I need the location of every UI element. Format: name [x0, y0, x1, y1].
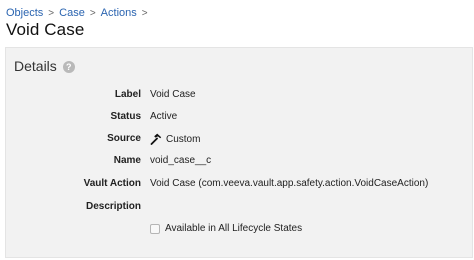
- field-row-label: Label Void Case: [6, 89, 472, 105]
- lifecycle-checkbox-label: Available in All Lifecycle States: [165, 223, 303, 234]
- details-title: Details: [14, 58, 57, 74]
- field-label: Status: [110, 111, 141, 122]
- breadcrumb-objects-link[interactable]: Objects: [6, 7, 43, 19]
- breadcrumb-separator: >: [141, 7, 148, 19]
- field-label: Source: [107, 133, 141, 144]
- breadcrumb-separator: >: [48, 7, 55, 19]
- field-row-status: Status Active: [6, 111, 472, 127]
- field-value-status: Active: [150, 111, 178, 122]
- field-value-source: Custom: [150, 133, 200, 145]
- breadcrumb-separator: >: [89, 7, 96, 19]
- field-label: Label: [114, 89, 141, 100]
- breadcrumb: Objects > Case > Actions >: [6, 7, 153, 19]
- field-row-name: Name void_case__c: [6, 155, 472, 171]
- field-value-label: Void Case: [150, 89, 196, 100]
- field-value-vault-action: Void Case (com.veeva.vault.app.safety.ac…: [150, 178, 429, 189]
- field-label: Vault Action: [83, 178, 141, 189]
- help-icon[interactable]: ?: [62, 60, 75, 73]
- details-header: Details ?: [14, 58, 75, 74]
- lifecycle-checkbox-row[interactable]: Available in All Lifecycle States: [150, 223, 302, 234]
- breadcrumb-actions-link[interactable]: Actions: [101, 7, 137, 19]
- lifecycle-checkbox[interactable]: [150, 223, 160, 234]
- field-row-source: Source Custom: [6, 133, 472, 149]
- field-label: Name: [113, 155, 141, 166]
- page-title: Void Case: [6, 20, 85, 39]
- hammer-icon: [150, 133, 162, 145]
- details-panel: Details ? Label Void Case Status Active …: [5, 47, 473, 258]
- field-row-vault-action: Vault Action Void Case (com.veeva.vault.…: [6, 178, 472, 194]
- field-row-description: Description: [6, 201, 472, 217]
- breadcrumb-case-link[interactable]: Case: [59, 7, 85, 19]
- source-value-text: Custom: [166, 133, 201, 145]
- field-label: Description: [85, 201, 141, 212]
- field-value-name: void_case__c: [150, 155, 212, 166]
